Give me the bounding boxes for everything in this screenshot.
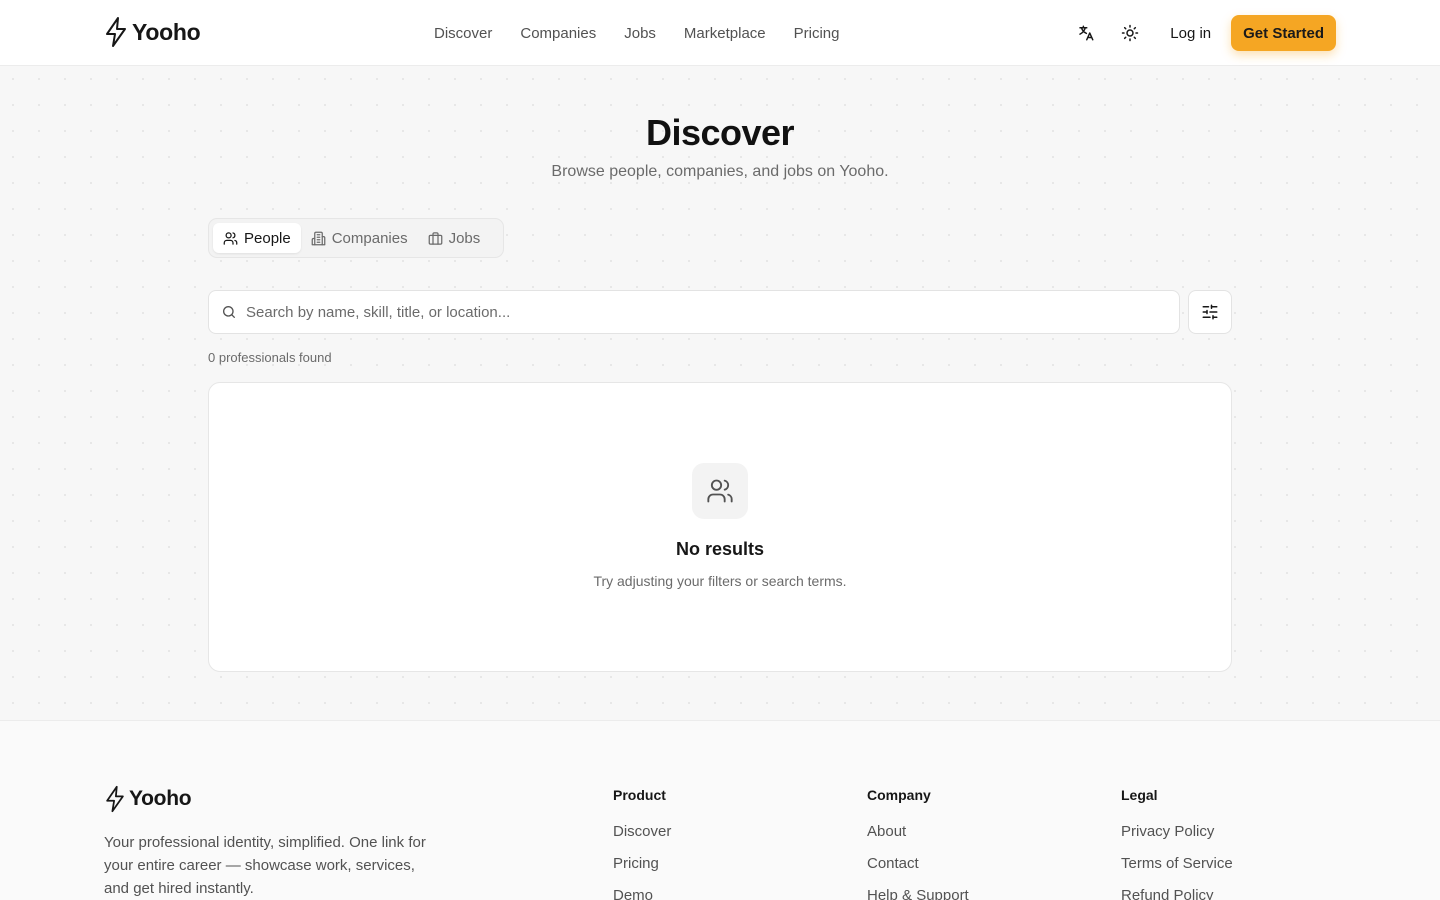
tab-jobs-label: Jobs — [448, 229, 481, 247]
language-button[interactable] — [1068, 15, 1104, 51]
footer-brand-name: Yooho — [129, 787, 192, 810]
search-input[interactable] — [246, 303, 1146, 321]
search-icon — [223, 306, 235, 318]
page-subtitle: Browse people, companies, and jobs on Yo… — [551, 163, 889, 180]
nav-link-jobs[interactable]: Jobs — [610, 25, 670, 42]
sun-icon — [1122, 24, 1139, 42]
users-icon — [223, 231, 238, 245]
login-link[interactable]: Log in — [1148, 25, 1231, 42]
get-started-button[interactable]: Get Started — [1231, 15, 1336, 51]
results-count: 0 professionals found — [208, 350, 332, 365]
footer-link-discover[interactable]: Discover — [613, 823, 671, 840]
site-footer: Yooho Your professional identity, simpli… — [0, 720, 1440, 900]
search-box — [208, 290, 1180, 334]
top-header: Yooho Discover Companies Jobs Marketplac… — [0, 0, 1440, 66]
main-nav: Discover Companies Jobs Marketplace Pric… — [420, 0, 853, 66]
footer-logo[interactable]: Yooho — [104, 785, 192, 813]
bolt-logo-icon — [106, 785, 124, 813]
header-actions: Log in Get Started — [1060, 15, 1336, 51]
footer-link-help[interactable]: Help & Support — [867, 887, 969, 900]
empty-state-text: Try adjusting your filters or search ter… — [593, 573, 847, 589]
bolt-logo-icon — [106, 17, 126, 47]
users-icon — [707, 479, 733, 503]
tab-people-label: People — [244, 229, 291, 247]
footer-description: Your professional identity, simplified. … — [104, 834, 426, 897]
footer-link-pricing[interactable]: Pricing — [613, 855, 671, 872]
footer-column-title: Product — [613, 787, 666, 803]
footer-column-product: Product Discover Pricing Demo — [613, 787, 671, 900]
footer-link-refund[interactable]: Refund Policy — [1121, 887, 1233, 900]
tab-companies[interactable]: Companies — [301, 223, 418, 253]
results-panel: No results Try adjusting your filters or… — [208, 382, 1232, 672]
tab-people[interactable]: People — [213, 223, 301, 253]
discover-tabs: People Companies Jobs — [208, 218, 504, 258]
nav-link-discover[interactable]: Discover — [420, 25, 506, 42]
nav-link-marketplace[interactable]: Marketplace — [670, 25, 780, 42]
empty-state-icon-box — [692, 463, 748, 519]
briefcase-icon — [428, 231, 442, 245]
brand-logo[interactable]: Yooho — [104, 16, 201, 48]
tab-jobs[interactable]: Jobs — [418, 223, 491, 253]
footer-link-contact[interactable]: Contact — [867, 855, 969, 872]
footer-link-terms[interactable]: Terms of Service — [1121, 855, 1233, 872]
footer-link-privacy[interactable]: Privacy Policy — [1121, 823, 1233, 840]
empty-state-title: No results — [675, 539, 765, 559]
sliders-icon — [1202, 304, 1218, 320]
building-icon — [311, 231, 326, 245]
page-title: Discover — [645, 112, 795, 153]
footer-column-title: Company — [867, 787, 931, 803]
footer-column-legal: Legal Privacy Policy Terms of Service Re… — [1121, 787, 1233, 900]
nav-link-companies[interactable]: Companies — [506, 25, 610, 42]
nav-link-pricing[interactable]: Pricing — [780, 25, 854, 42]
footer-column-title: Legal — [1121, 787, 1158, 803]
footer-link-about[interactable]: About — [867, 823, 969, 840]
tab-companies-label: Companies — [331, 229, 408, 247]
footer-link-demo[interactable]: Demo — [613, 887, 671, 900]
translate-icon — [1079, 25, 1094, 41]
brand-name: Yooho — [132, 18, 201, 45]
footer-column-company: Company About Contact Help & Support — [867, 787, 969, 900]
filters-button[interactable] — [1188, 290, 1232, 334]
theme-toggle-button[interactable] — [1112, 15, 1148, 51]
